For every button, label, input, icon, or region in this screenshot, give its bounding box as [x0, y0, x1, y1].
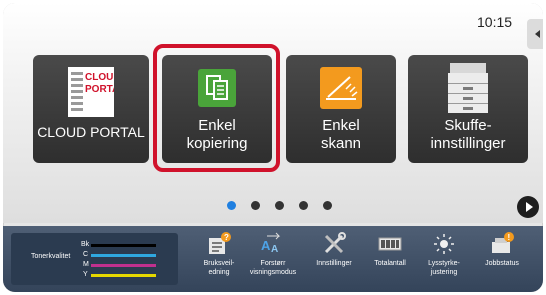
zoom-display-label: Forstørr visningsmodus	[246, 259, 300, 277]
total-count-button[interactable]: Totalantall	[363, 232, 417, 268]
toner-level-bar	[91, 274, 156, 277]
brightness-label-line1: Lysstyrke-	[428, 260, 460, 267]
tile-label-line2: skann	[320, 135, 362, 152]
tile-easy-scan[interactable]: Enkel skann	[286, 55, 396, 163]
zoom-display-label-line2: visningsmodus	[249, 269, 297, 276]
toner-level-bar	[91, 254, 156, 257]
total-count-label: Totalantall	[363, 259, 417, 268]
highlight-frame	[153, 44, 280, 172]
settings-label-line1: Innstillinger	[316, 260, 352, 267]
zoom-display-button[interactable]: A A Forstørr visningsmodus	[246, 232, 300, 277]
chevron-left-icon	[534, 30, 540, 38]
toner-color-name: C	[83, 251, 89, 258]
tile-label-line1: Skuffe-	[444, 117, 492, 134]
next-page-button[interactable]	[517, 196, 539, 218]
guide-label-line2: edning	[208, 269, 230, 276]
side-panel-tab[interactable]	[527, 19, 543, 49]
tile-label-line2: innstillinger	[430, 135, 506, 152]
brightness-label: Lysstyrke- justering	[417, 259, 471, 277]
total-count-label-line1: Totalantall	[374, 260, 406, 267]
brightness-button[interactable]: Lysstyrke- justering	[417, 232, 471, 277]
page-dot[interactable]	[323, 201, 332, 210]
toner-color-name: Y	[83, 271, 88, 278]
tile-label-line1: CLOUD PORTAL	[37, 124, 145, 140]
scan-icon	[320, 67, 362, 109]
brightness-label-line2: justering	[430, 269, 458, 276]
toner-level-bar	[91, 244, 156, 247]
tile-label: Skuffe- innstillinger	[408, 117, 528, 153]
tile-cloud-portal[interactable]: CLOUD PORTAL CLOUD PORTAL	[33, 55, 149, 163]
cloud-portal-logo-line2: PORTAL	[85, 84, 114, 95]
job-status-label-line1: Jobbstatus	[485, 260, 519, 267]
tile-label: Enkel skann	[286, 117, 396, 153]
settings-label: Innstillinger	[307, 259, 361, 268]
guide-button[interactable]: ? Bruksveil- edning	[192, 232, 246, 277]
toner-status-panel[interactable]: Tonerkvalitet Bk C M Y	[11, 233, 178, 285]
toner-label: Tonerkvalitet	[31, 253, 71, 260]
svg-text:A: A	[261, 238, 271, 253]
clock: 10:15	[477, 14, 513, 30]
job-status-icon: !	[492, 232, 514, 253]
page-dot[interactable]	[275, 201, 284, 210]
svg-text:?: ?	[224, 233, 229, 242]
job-status-label: Jobbstatus	[475, 259, 529, 268]
tile-label-line1: Enkel	[322, 117, 360, 134]
zoom-display-icon: A A	[261, 232, 281, 255]
page-dot[interactable]	[251, 201, 260, 210]
settings-button[interactable]: Innstillinger	[307, 232, 361, 268]
guide-label: Bruksveil- edning	[192, 259, 246, 277]
guide-icon: ?	[209, 232, 231, 254]
toner-color-name: Bk	[81, 241, 90, 248]
counter-icon	[378, 237, 402, 251]
toner-color-name: M	[83, 261, 89, 268]
page-dot[interactable]	[227, 201, 236, 210]
svg-text:!: !	[508, 233, 511, 242]
zoom-display-label-line1: Forstørr	[260, 260, 286, 267]
brightness-icon	[434, 234, 454, 254]
cloud-portal-icon: CLOUD PORTAL	[68, 67, 114, 117]
settings-tools-icon	[324, 232, 346, 254]
play-arrow-icon	[525, 202, 533, 212]
toner-row: Bk	[81, 241, 171, 249]
tile-tray-settings[interactable]: Skuffe- innstillinger	[408, 55, 528, 163]
page-indicator	[227, 201, 332, 210]
cloud-portal-logo-line1: CLOUD	[85, 72, 114, 83]
toner-row: M	[83, 261, 171, 269]
touch-panel: 10:15 CLOUD PORTAL CLOUD PORTAL	[3, 3, 543, 292]
job-status-button[interactable]: ! Jobbstatus	[475, 232, 529, 268]
printer-tray-icon	[448, 63, 488, 113]
toner-level-bar	[91, 264, 156, 267]
page-dot[interactable]	[299, 201, 308, 210]
tile-label: CLOUD PORTAL	[33, 123, 149, 141]
svg-text:A: A	[271, 244, 278, 255]
bottom-bar: Tonerkvalitet Bk C M Y ? Bruksveil- edni…	[3, 226, 543, 292]
guide-label-line1: Bruksveil-	[203, 260, 235, 267]
toner-row: C	[83, 251, 171, 259]
home-screen: 10:15 CLOUD PORTAL CLOUD PORTAL	[3, 3, 543, 223]
toner-row: Y	[83, 271, 171, 279]
